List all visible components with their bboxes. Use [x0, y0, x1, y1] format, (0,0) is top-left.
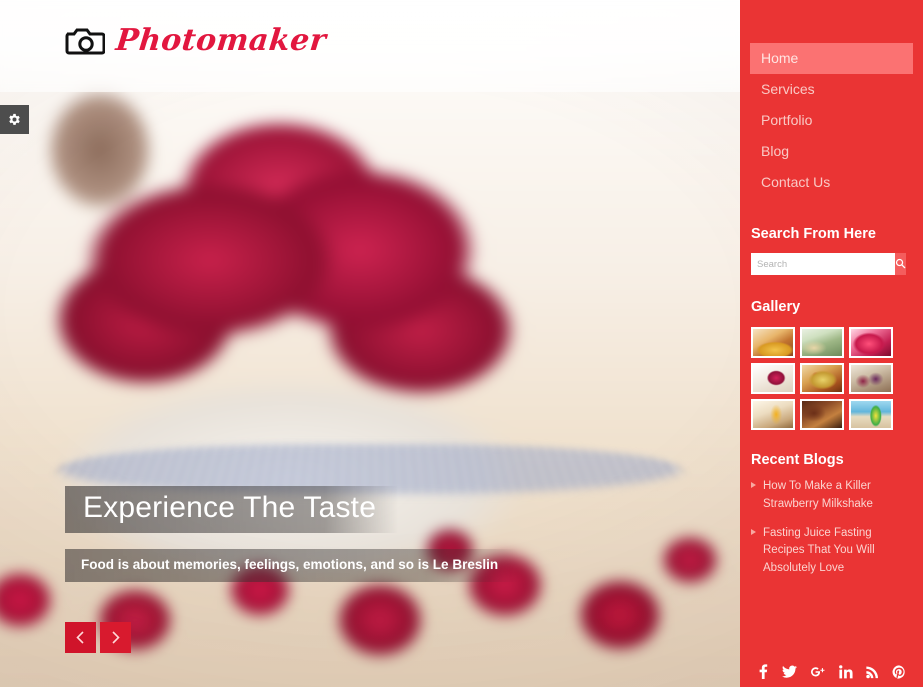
- nav-item-portfolio[interactable]: Portfolio: [750, 105, 913, 136]
- hero-slider: Photomaker Experience The Taste Food is …: [0, 0, 740, 687]
- hero-title: Experience The Taste: [65, 486, 399, 533]
- nav-item-services[interactable]: Services: [750, 74, 913, 105]
- recent-blogs-heading: Recent Blogs: [751, 452, 844, 468]
- nav-item-home[interactable]: Home: [750, 43, 913, 74]
- page-root: Photomaker Experience The Taste Food is …: [0, 0, 923, 687]
- chevron-right-icon: [109, 630, 122, 645]
- recent-blogs-list: How To Make a Killer Strawberry Milkshak…: [751, 478, 907, 578]
- search-input[interactable]: [751, 253, 895, 275]
- gallery-thumbnail[interactable]: [849, 327, 893, 358]
- main-navigation: Home Services Portfolio Blog Contact Us: [740, 43, 923, 198]
- facebook-icon[interactable]: [757, 664, 769, 679]
- hero-photo: [0, 0, 740, 687]
- gallery-thumbnail[interactable]: [751, 363, 795, 394]
- gallery-thumbnail[interactable]: [751, 399, 795, 430]
- slider-controls: [65, 622, 131, 653]
- twitter-icon[interactable]: [782, 665, 797, 679]
- blog-title: How To Make a Killer Strawberry Milkshak…: [763, 480, 873, 510]
- site-logo[interactable]: Photomaker: [65, 23, 329, 58]
- nav-item-contact-us[interactable]: Contact Us: [750, 167, 913, 198]
- social-links: [740, 664, 923, 679]
- hero-subtitle: Food is about memories, feelings, emotio…: [65, 549, 519, 582]
- gallery-thumbnail[interactable]: [800, 399, 844, 430]
- search-box: [751, 253, 906, 275]
- blog-list-item[interactable]: How To Make a Killer Strawberry Milkshak…: [751, 478, 907, 514]
- gallery-heading: Gallery: [751, 299, 801, 315]
- gallery-thumbnail[interactable]: [751, 327, 795, 358]
- triangle-bullet-icon: [751, 482, 756, 488]
- gallery-thumbnail[interactable]: [849, 399, 893, 430]
- gallery-grid: [751, 327, 901, 430]
- gallery-thumbnail[interactable]: [849, 363, 893, 394]
- slider-prev-button[interactable]: [65, 622, 96, 653]
- triangle-bullet-icon: [751, 528, 756, 535]
- sidebar: Home Services Portfolio Blog Contact Us …: [740, 0, 923, 687]
- chevron-left-icon: [74, 630, 87, 645]
- linkedin-icon[interactable]: [839, 664, 853, 679]
- search-icon: [895, 257, 906, 272]
- pinterest-icon[interactable]: [892, 664, 906, 679]
- rss-icon[interactable]: [866, 665, 879, 679]
- blog-list-item[interactable]: Fasting Juice Fasting Recipes That You W…: [751, 525, 907, 578]
- nav-item-blog[interactable]: Blog: [750, 136, 913, 167]
- search-button[interactable]: [895, 253, 906, 275]
- blog-title: Fasting Juice Fasting Recipes That You W…: [763, 526, 875, 575]
- gallery-thumbnail[interactable]: [800, 363, 844, 394]
- gear-icon[interactable]: [0, 105, 29, 134]
- camera-icon: [65, 28, 105, 55]
- gallery-thumbnail[interactable]: [800, 327, 844, 358]
- slider-next-button[interactable]: [100, 622, 131, 653]
- logo-text: Photomaker: [114, 23, 329, 58]
- search-heading: Search From Here: [751, 226, 876, 242]
- google-plus-icon[interactable]: [810, 665, 826, 679]
